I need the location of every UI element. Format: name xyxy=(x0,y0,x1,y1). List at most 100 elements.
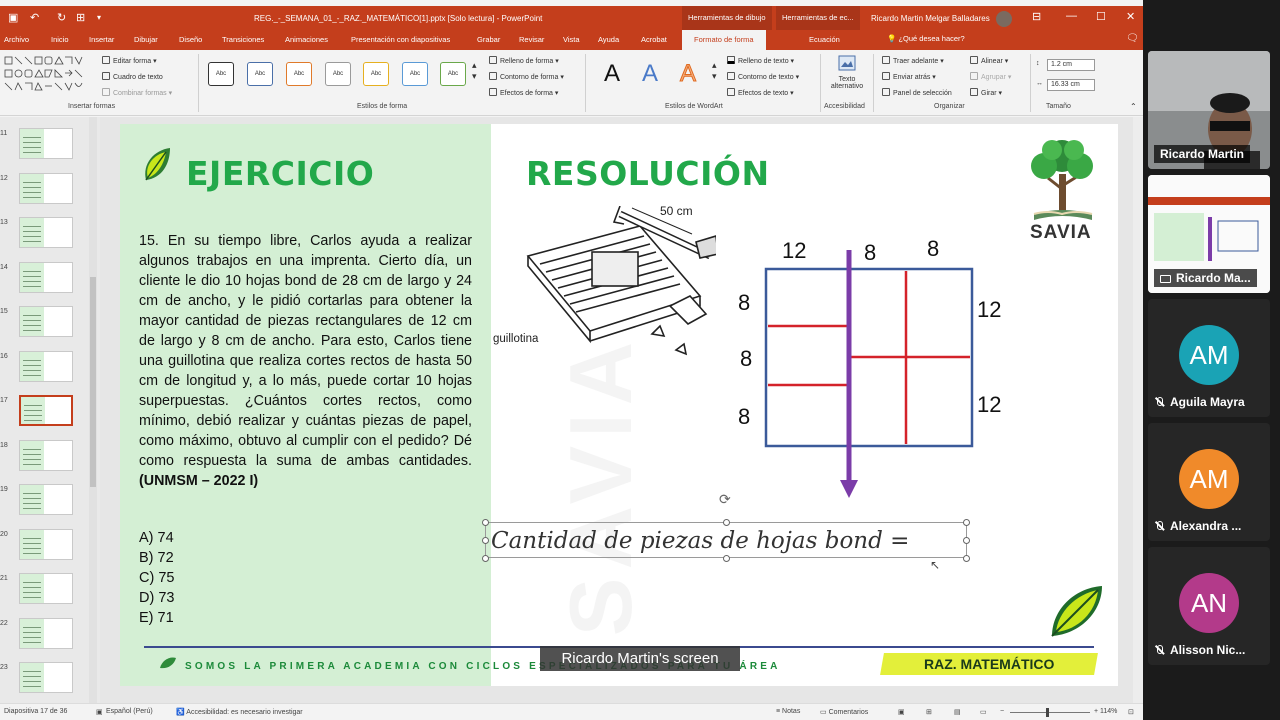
shape-style-5[interactable]: Abc xyxy=(363,62,389,86)
shape-styles-scroll[interactable]: ▴ ▾ xyxy=(472,60,477,82)
slide-thumbnail[interactable] xyxy=(19,395,73,426)
zoom-out-icon[interactable]: − xyxy=(1000,708,1004,715)
tab-ecuacion[interactable]: Ecuación xyxy=(809,35,840,44)
rotate-button[interactable]: Girar ▾ xyxy=(970,88,1002,97)
tab-presentacion[interactable]: Presentación con diapositivas xyxy=(351,35,450,44)
slideshow-icon[interactable]: ▭ xyxy=(980,708,987,716)
text-outline-button[interactable]: Contorno de texto ▾ xyxy=(727,72,799,81)
close-icon[interactable]: ✕ xyxy=(1126,10,1135,23)
undo-icon[interactable]: ↶ xyxy=(30,11,39,24)
tab-diseno[interactable]: Diseño xyxy=(179,35,202,44)
zoom-in-icon[interactable]: + xyxy=(1094,708,1098,715)
resize-handle[interactable] xyxy=(963,519,970,526)
tab-revisar[interactable]: Revisar xyxy=(519,35,544,44)
tell-me-search[interactable]: 💡 ¿Qué desea hacer? xyxy=(887,34,965,43)
slide-thumbnail[interactable] xyxy=(19,528,73,560)
formula-textbox[interactable]: Cantidad de piezas de hojas bond = xyxy=(487,524,967,558)
vertical-scrollbar[interactable] xyxy=(1133,117,1143,703)
shape-style-3[interactable]: Abc xyxy=(286,62,312,86)
tab-inicio[interactable]: Inicio xyxy=(51,35,69,44)
wordart-scroll[interactable]: ▴ ▾ xyxy=(712,60,717,82)
slide-thumbnail[interactable] xyxy=(19,261,73,293)
resize-handle[interactable] xyxy=(963,537,970,544)
width-field[interactable]: 16.33 cm xyxy=(1047,79,1095,91)
wordart-style-3[interactable]: A xyxy=(679,60,696,88)
shape-outline-button[interactable]: Contorno de forma ▾ xyxy=(489,72,564,81)
present-icon[interactable]: ⊞ xyxy=(76,11,85,24)
slide-thumbnail[interactable] xyxy=(19,306,73,337)
group-button[interactable]: Agrupar ▾ xyxy=(970,72,1011,81)
slide-sorter-icon[interactable]: ⊞ xyxy=(926,708,932,716)
redo-icon[interactable]: ↻ xyxy=(57,11,66,24)
language-status[interactable]: Español (Perú) xyxy=(106,708,153,715)
slide-thumbnail[interactable] xyxy=(19,573,73,604)
slide-thumbnail[interactable] xyxy=(19,439,73,471)
tab-formato-de-forma[interactable]: Formato de forma xyxy=(682,30,766,50)
slide-thumbnail[interactable] xyxy=(19,172,73,204)
slide-thumbnail[interactable] xyxy=(19,617,73,649)
participant-tile[interactable]: AM Aguila Mayra xyxy=(1148,299,1270,417)
participant-tile-screen[interactable]: Ricardo Ma... xyxy=(1148,175,1270,293)
zoom-slider-thumb[interactable] xyxy=(1046,708,1049,717)
participant-tile-video[interactable]: Ricardo Martin xyxy=(1148,51,1270,169)
shape-style-7[interactable]: Abc xyxy=(440,62,466,86)
minimize-icon[interactable]: — xyxy=(1066,10,1077,22)
ribbon-display-icon[interactable]: ⊟ xyxy=(1032,10,1041,23)
user-name[interactable]: Ricardo Martin Melgar Balladares xyxy=(871,14,990,23)
participant-tile[interactable]: AM Alexandra ... xyxy=(1148,423,1270,541)
shape-gallery[interactable] xyxy=(4,55,96,95)
merge-shapes-button[interactable]: Combinar formas ▾ xyxy=(102,88,172,97)
notes-button[interactable]: ≡ Notas xyxy=(776,708,800,715)
text-effects-button[interactable]: Efectos de texto ▾ xyxy=(727,88,794,97)
tab-acrobat[interactable]: Acrobat xyxy=(641,35,667,44)
resize-handle[interactable] xyxy=(482,519,489,526)
slide-thumbnail[interactable] xyxy=(19,217,73,248)
tab-grabar[interactable]: Grabar xyxy=(477,35,500,44)
collapse-ribbon-icon[interactable]: ⌃ xyxy=(1130,102,1137,111)
tab-animaciones[interactable]: Animaciones xyxy=(285,35,328,44)
bring-forward-button[interactable]: Traer adelante ▾ xyxy=(882,56,944,65)
zoom-slider[interactable] xyxy=(1010,712,1090,713)
normal-view-icon[interactable]: ▣ xyxy=(898,708,905,716)
resize-handle[interactable] xyxy=(482,555,489,562)
slide-thumbnail[interactable] xyxy=(19,484,73,515)
wordart-style-1[interactable]: A xyxy=(604,60,620,88)
resize-handle[interactable] xyxy=(723,555,730,562)
resize-handle[interactable] xyxy=(963,555,970,562)
scroll-thumb[interactable] xyxy=(90,277,96,487)
align-button[interactable]: Alinear ▾ xyxy=(970,56,1008,65)
send-backward-button[interactable]: Enviar atrás ▾ xyxy=(882,72,936,81)
zoom-level[interactable]: 114% xyxy=(1100,708,1117,715)
resize-handle[interactable] xyxy=(482,537,489,544)
reading-view-icon[interactable]: ▤ xyxy=(954,708,961,716)
participant-tile[interactable]: AN Alisson Nic... xyxy=(1148,547,1270,665)
shape-style-6[interactable]: Abc xyxy=(402,62,428,86)
maximize-icon[interactable]: ☐ xyxy=(1096,10,1106,23)
edit-shape-button[interactable]: Editar forma ▾ xyxy=(102,56,157,65)
thumbnails-scrollbar[interactable] xyxy=(89,117,97,703)
fit-slide-icon[interactable]: ⊡ xyxy=(1128,708,1134,716)
selection-pane-button[interactable]: Panel de selección xyxy=(882,88,952,97)
shape-style-1[interactable]: Abc xyxy=(208,62,234,86)
shape-fill-button[interactable]: Relleno de forma ▾ xyxy=(489,56,559,65)
save-icon[interactable]: ▣ xyxy=(8,11,18,24)
tab-ayuda[interactable]: Ayuda xyxy=(598,35,619,44)
comments-icon[interactable]: 🗨 xyxy=(1126,33,1139,44)
wordart-style-2[interactable]: A xyxy=(642,60,658,88)
slide-thumbnail[interactable] xyxy=(19,128,73,159)
tab-insertar[interactable]: Insertar xyxy=(89,35,114,44)
accessibility-status[interactable]: ♿ Accesibilidad: es necesario investigar xyxy=(176,708,303,716)
rotate-handle-icon[interactable]: ⟳ xyxy=(719,491,731,508)
height-field[interactable]: 1.2 cm xyxy=(1047,59,1095,71)
shape-effects-button[interactable]: Efectos de forma ▾ xyxy=(489,88,558,97)
text-fill-button[interactable]: Relleno de texto ▾ xyxy=(727,56,794,65)
spellcheck-icon[interactable]: ▣ xyxy=(96,708,103,716)
comments-button[interactable]: ▭ Comentarios xyxy=(820,708,868,716)
tab-dibujar[interactable]: Dibujar xyxy=(134,35,158,44)
tab-transiciones[interactable]: Transiciones xyxy=(222,35,264,44)
slide-thumbnail[interactable] xyxy=(19,662,73,693)
text-box-button[interactable]: Cuadro de texto xyxy=(102,72,163,81)
shape-style-4[interactable]: Abc xyxy=(325,62,351,86)
alt-text-button[interactable]: Texto alternativo xyxy=(828,54,866,90)
customize-icon[interactable]: ▾ xyxy=(97,13,101,22)
